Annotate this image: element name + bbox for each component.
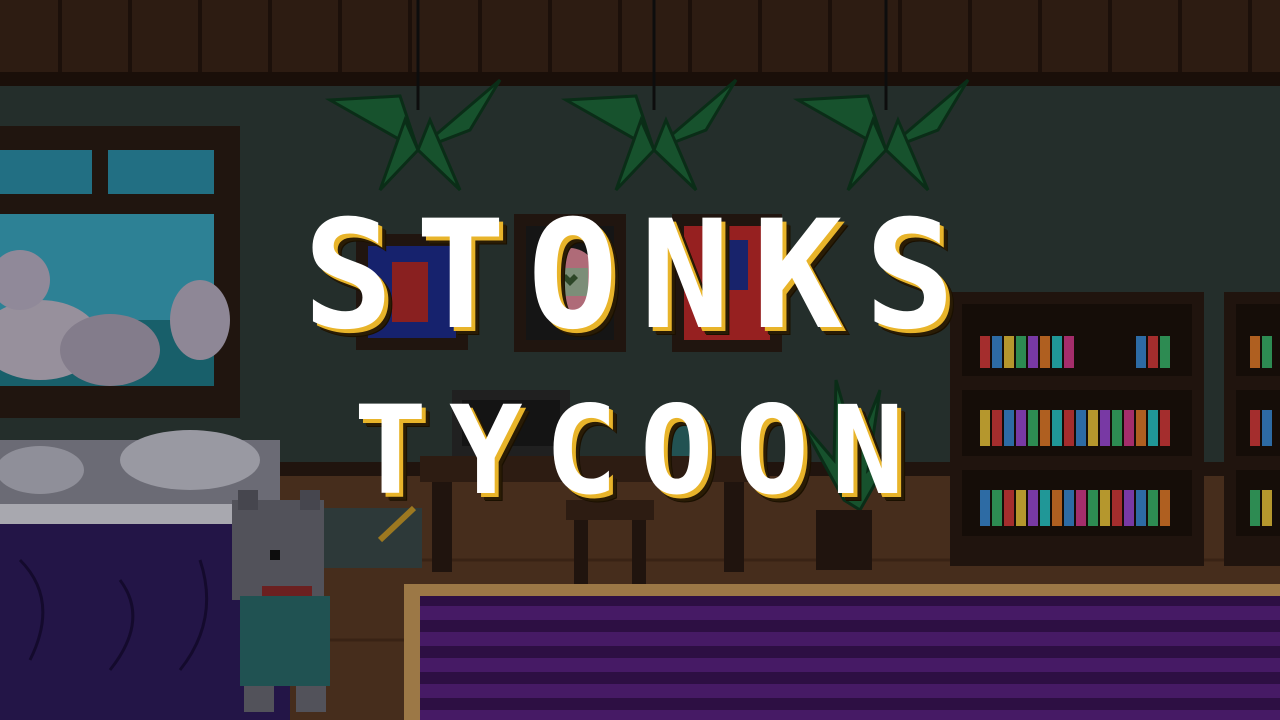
game-title-line-1: STONKS: [303, 189, 977, 363]
game-title-line-2: TYCOON: [353, 380, 927, 522]
title-screen: STONKS TYCOON: [0, 0, 1280, 720]
